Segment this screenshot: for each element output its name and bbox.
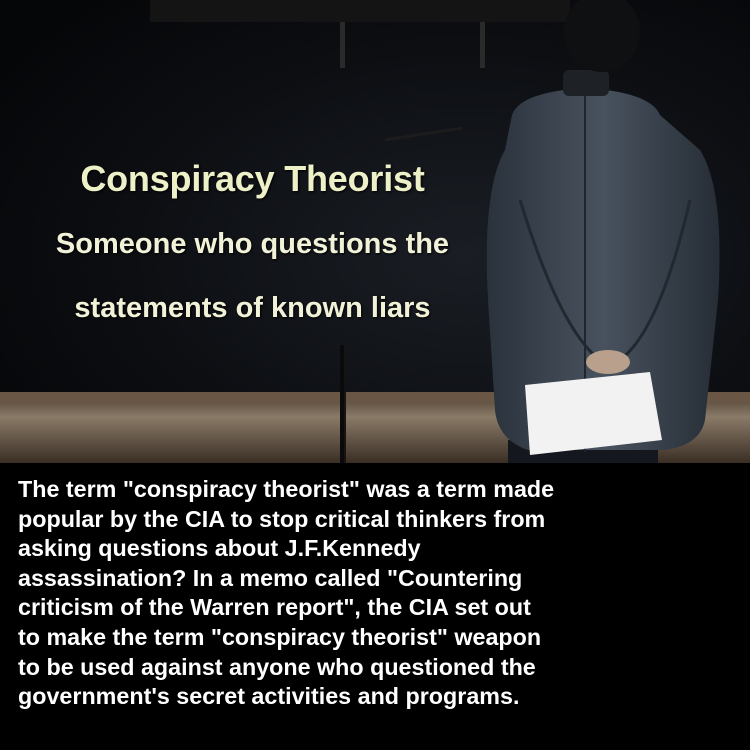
caption-line: assassination? In a memo called "Counter… [18,564,523,591]
meme-image: Conspiracy Theorist Someone who question… [0,0,750,750]
headline-definition-line-1: Someone who questions the [55,228,450,260]
rigging-beam [150,0,570,22]
caption-line: popular by the CIA to stop critical thin… [18,505,546,532]
headline-definition-line-2: statements of known liars [74,292,431,324]
caption-line: criticism of the Warren report", the CIA… [18,594,531,621]
caption-line: asking questions about J.F.Kennedy [18,535,421,562]
headline-title: Conspiracy Theorist [80,158,425,199]
stage-photo: Conspiracy Theorist Someone who question… [0,0,750,463]
caption-line: government's secret activities and progr… [18,683,520,710]
caption-line: The term "conspiracy theorist" was a ter… [18,476,555,502]
caption-line: to be used against anyone who questioned… [18,653,536,680]
caption-line: to make the term "conspiracy theorist" w… [18,623,542,650]
caption-box: The term "conspiracy theorist" was a ter… [0,463,750,750]
